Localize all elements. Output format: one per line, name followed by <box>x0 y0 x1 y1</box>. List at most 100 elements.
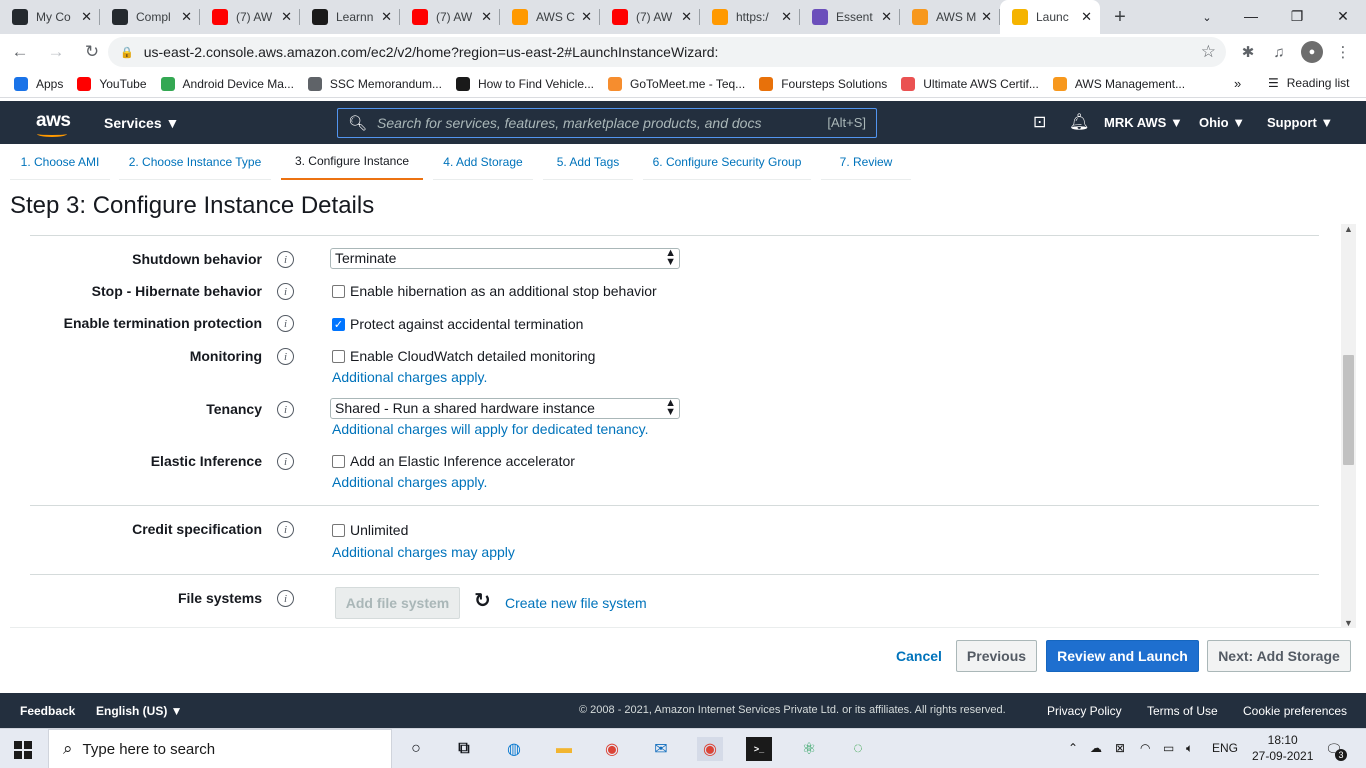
checkbox-box[interactable] <box>332 349 345 363</box>
credit-specification-info-icon[interactable]: i <box>277 521 294 538</box>
credit-charges-link[interactable]: Additional charges may apply <box>332 544 515 560</box>
bookmark-item[interactable]: How to Find Vehicle... <box>455 76 594 91</box>
tenancy-select[interactable]: Shared - Run a shared hardware instance … <box>330 398 680 419</box>
reading-list-button[interactable]: ☰ Reading list <box>1268 76 1349 90</box>
cloudshell-icon[interactable]: ⊡ <box>1033 112 1046 132</box>
stop-hibernate-info-icon[interactable]: i <box>277 283 294 300</box>
show-hidden-icons-icon[interactable]: ⌃ <box>1068 741 1078 755</box>
checkbox-checked-icon[interactable]: ✓ <box>332 317 345 331</box>
browser-tab[interactable]: Launc ✕ <box>1000 0 1100 34</box>
bookmark-item[interactable]: Apps <box>14 76 63 91</box>
browser-tab[interactable]: AWS M ✕ <box>900 0 1000 34</box>
account-menu[interactable]: MRK AWS ▼ <box>1104 115 1183 130</box>
checkbox-box[interactable] <box>332 454 345 468</box>
close-tab-icon[interactable]: ✕ <box>581 9 592 25</box>
language-indicator[interactable]: ENG <box>1212 741 1238 755</box>
refresh-icon[interactable]: ↻ <box>474 588 491 613</box>
browser-tab[interactable]: AWS C ✕ <box>500 0 600 34</box>
tenancy-charges-link[interactable]: Additional charges will apply for dedica… <box>332 421 648 437</box>
bookmark-item[interactable]: Android Device Ma... <box>160 76 294 91</box>
monitoring-charges-link[interactable]: Additional charges apply. <box>332 369 487 385</box>
forward-icon[interactable]: → <box>40 36 72 68</box>
monitoring-info-icon[interactable]: i <box>277 348 294 365</box>
browser-tab[interactable]: My Co ✕ <box>0 0 100 34</box>
bookmark-star-icon[interactable]: ☆ <box>1201 42 1216 62</box>
step-configure-security-group[interactable]: 6. Configure Security Group <box>643 144 811 180</box>
region-menu[interactable]: Ohio ▼ <box>1199 115 1245 130</box>
step-choose-instance-type[interactable]: 2. Choose Instance Type <box>119 144 271 180</box>
privacy-policy-link[interactable]: Privacy Policy <box>1047 704 1122 718</box>
browser-tab[interactable]: Essent ✕ <box>800 0 900 34</box>
close-tab-icon[interactable]: ✕ <box>181 9 192 25</box>
close-tab-icon[interactable]: ✕ <box>781 9 792 25</box>
bookmark-item[interactable]: GoToMeet.me - Teq... <box>608 76 745 91</box>
bookmark-item[interactable]: YouTube <box>77 76 147 91</box>
restore-icon[interactable]: ❐ <box>1274 0 1320 32</box>
back-icon[interactable]: ← <box>4 36 36 68</box>
close-tab-icon[interactable]: ✕ <box>281 9 292 25</box>
terminal-icon[interactable]: >_ <box>746 737 772 761</box>
console-search[interactable]: 🔍︎ [Alt+S] <box>337 108 877 138</box>
support-menu[interactable]: Support ▼ <box>1267 115 1333 130</box>
shutdown-behavior-info-icon[interactable]: i <box>277 251 294 268</box>
close-window-icon[interactable]: ✕ <box>1320 0 1366 32</box>
file-explorer-icon[interactable]: ▬ <box>551 737 577 761</box>
language-selector[interactable]: English (US) ▼ <box>96 704 183 718</box>
step-review[interactable]: 7. Review <box>821 144 911 180</box>
close-tab-icon[interactable]: ✕ <box>881 9 892 25</box>
file-systems-info-icon[interactable]: i <box>277 590 294 607</box>
close-tab-icon[interactable]: ✕ <box>681 9 692 25</box>
browser-tab[interactable]: https:/ ✕ <box>700 0 800 34</box>
add-file-system-button[interactable]: Add file system <box>335 587 460 619</box>
cortana-icon[interactable]: ○ <box>403 737 429 761</box>
bookmark-item[interactable]: Foursteps Solutions <box>759 76 887 91</box>
new-tab-button[interactable]: + <box>1100 0 1140 34</box>
step-add-tags[interactable]: 5. Add Tags <box>543 144 633 180</box>
review-and-launch-button[interactable]: Review and Launch <box>1046 640 1199 672</box>
browser-tab[interactable]: Learnn ✕ <box>300 0 400 34</box>
atom-icon[interactable]: ⚛ <box>796 737 822 761</box>
step-choose-ami[interactable]: 1. Choose AMI <box>10 144 110 180</box>
scroll-down-icon[interactable]: ▼ <box>1344 618 1353 628</box>
close-tab-icon[interactable]: ✕ <box>81 9 92 25</box>
hibernate-checkbox[interactable]: Enable hibernation as an additional stop… <box>332 283 657 299</box>
close-tab-icon[interactable]: ✕ <box>381 9 392 25</box>
scroll-up-icon[interactable]: ▲ <box>1344 224 1353 234</box>
close-tab-icon[interactable]: ✕ <box>981 9 992 25</box>
cancel-button[interactable]: Cancel <box>896 648 942 664</box>
windows-start-icon[interactable] <box>14 741 32 759</box>
browser-tab[interactable]: Compl ✕ <box>100 0 200 34</box>
chrome-active-icon[interactable]: ◉ <box>697 737 723 761</box>
system-clock[interactable]: 18:10 27-09-2021 <box>1252 732 1313 764</box>
checkbox-box[interactable] <box>332 523 345 537</box>
browser-tab[interactable]: (7) AW ✕ <box>400 0 500 34</box>
battery-icon[interactable]: ▭ <box>1163 741 1174 755</box>
bookmark-item[interactable]: SSC Memorandum... <box>307 76 442 91</box>
loading-app-icon[interactable]: ◌ <box>845 737 871 761</box>
taskbar-search[interactable]: ⌕ Type here to search <box>48 729 392 768</box>
minimize-icon[interactable]: — <box>1228 0 1274 32</box>
shutdown-behavior-select[interactable]: Terminate ▲ ▼ <box>330 248 680 269</box>
reload-icon[interactable]: ↻ <box>76 36 108 68</box>
close-tab-icon[interactable]: ✕ <box>1081 9 1092 25</box>
task-view-icon[interactable]: ⧉ <box>451 737 477 761</box>
address-bar[interactable]: 🔒 us-east-2.console.aws.amazon.com/ec2/v… <box>108 37 1226 67</box>
termination-protection-checkbox[interactable]: ✓ Protect against accidental termination <box>332 316 583 332</box>
console-search-input[interactable] <box>377 115 808 131</box>
close-tab-icon[interactable]: ✕ <box>481 9 492 25</box>
previous-button[interactable]: Previous <box>956 640 1037 672</box>
security-icon[interactable]: ⊠ <box>1115 741 1125 755</box>
elastic-inference-checkbox[interactable]: Add an Elastic Inference accelerator <box>332 453 575 469</box>
lock-icon[interactable]: 🔒 <box>120 46 134 59</box>
browser-tab[interactable]: (7) AW ✕ <box>200 0 300 34</box>
step-add-storage[interactable]: 4. Add Storage <box>433 144 533 180</box>
cloudwatch-monitoring-checkbox[interactable]: Enable CloudWatch detailed monitoring <box>332 348 595 364</box>
cookie-preferences-link[interactable]: Cookie preferences <box>1243 704 1347 718</box>
tenancy-info-icon[interactable]: i <box>277 401 294 418</box>
feedback-link[interactable]: Feedback <box>20 704 75 718</box>
notifications-bell-icon[interactable]: 🔔︎ <box>1069 112 1089 132</box>
chrome-menu-icon[interactable]: ⋮ <box>1330 39 1356 65</box>
step-configure-instance[interactable]: 3. Configure Instance <box>281 144 423 180</box>
volume-icon[interactable]: 🔈︎ <box>1186 741 1193 756</box>
scrollbar-thumb[interactable] <box>1343 355 1354 465</box>
